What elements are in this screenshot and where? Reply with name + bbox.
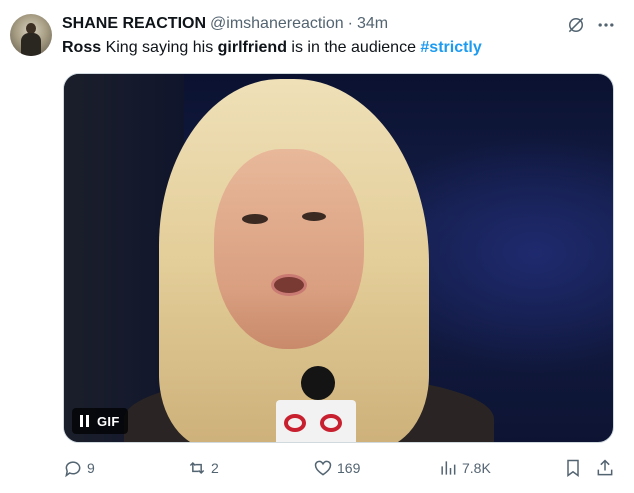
mic-logo-icon: [284, 414, 306, 432]
tweet-text-emphasis: girlfriend: [217, 39, 287, 56]
author-avatar[interactable]: [10, 14, 52, 56]
views-button[interactable]: 7.8K: [438, 456, 491, 480]
grok-icon[interactable]: [566, 15, 586, 35]
tweet-text-segment: is in the audience: [286, 39, 421, 56]
share-button[interactable]: [595, 456, 615, 480]
like-icon: [314, 460, 332, 476]
media-figure-face: [214, 149, 364, 349]
tweet-actions: 9 2 169 7.8K: [0, 456, 634, 480]
like-button[interactable]: 169: [313, 456, 360, 480]
media-figure-eye: [302, 212, 326, 221]
media-figure-eye: [242, 214, 268, 224]
bookmark-icon: [567, 459, 579, 477]
share-icon: [597, 459, 613, 476]
more-icon[interactable]: [596, 15, 616, 35]
microphone: [301, 366, 335, 400]
bookmark-button[interactable]: [563, 456, 583, 480]
tweet-text-segment: King saying his: [101, 39, 218, 56]
media-figure-mouth: [271, 274, 307, 296]
author-handle[interactable]: @imshanereaction: [210, 15, 344, 33]
reply-count: 9: [87, 460, 95, 476]
views-icon: [441, 461, 456, 475]
hashtag-link[interactable]: #strictly: [420, 39, 481, 56]
retweet-count: 2: [211, 460, 219, 476]
tweet-text: Ross King saying his girlfriend is in th…: [62, 38, 482, 58]
tweet-timestamp[interactable]: 34m: [357, 15, 388, 33]
pause-icon: [80, 415, 89, 427]
like-count: 169: [337, 460, 361, 476]
gif-label: GIF: [97, 413, 120, 429]
header-separator: ·: [347, 15, 353, 32]
tweet-media-gif[interactable]: GIF: [63, 73, 614, 443]
avatar-body: [21, 33, 41, 56]
tweet-header: SHANE REACTION @imshanereaction · 34m: [62, 14, 388, 34]
author-name[interactable]: SHANE REACTION: [62, 15, 206, 33]
mic-logo-icon: [320, 414, 342, 432]
reply-icon: [65, 461, 81, 478]
views-count: 7.8K: [462, 460, 491, 476]
retweet-button[interactable]: 2: [187, 456, 219, 480]
gif-pause-control[interactable]: GIF: [72, 408, 128, 434]
reply-button[interactable]: 9: [63, 456, 95, 480]
tweet-text-name: Ross: [62, 39, 102, 56]
retweet-icon: [189, 461, 205, 475]
